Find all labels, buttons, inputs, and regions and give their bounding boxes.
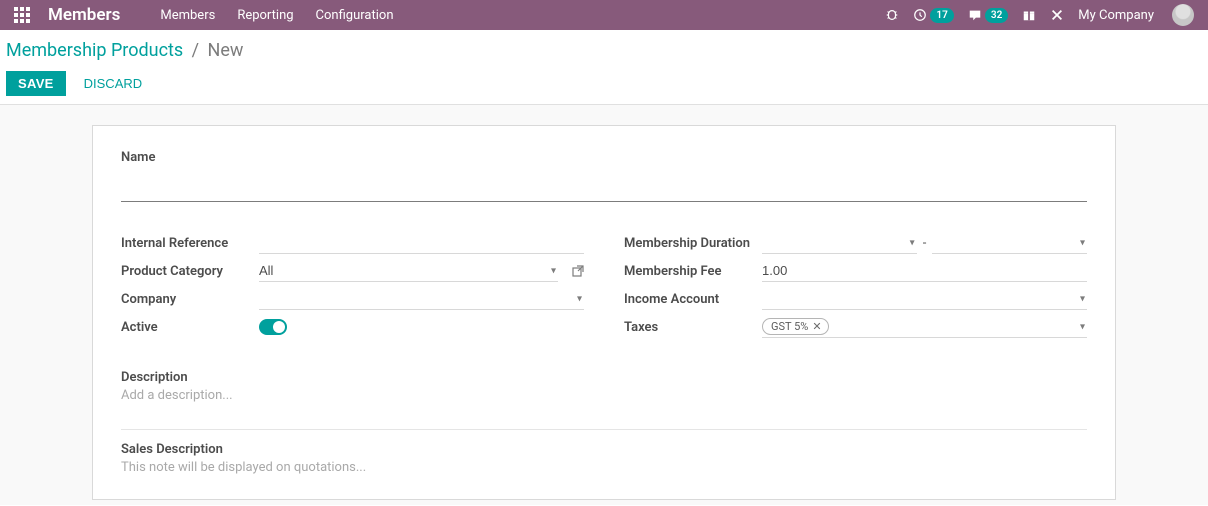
messages-badge: 32 [985, 8, 1008, 23]
activities-icon[interactable]: 17 [913, 8, 953, 23]
systray: 17 32 My Company [885, 4, 1194, 26]
membership-duration-to[interactable] [932, 232, 1087, 254]
name-label: Name [121, 150, 1087, 165]
top-nav: Members Members Reporting Configuration … [0, 0, 1208, 30]
company-label: Company [121, 292, 259, 307]
product-category-input[interactable] [259, 260, 558, 282]
name-input[interactable] [121, 169, 1087, 202]
form-background: Name Internal Reference Product Category… [0, 105, 1208, 505]
active-toggle[interactable] [259, 319, 287, 335]
debug-icon[interactable] [885, 8, 899, 22]
left-column: Internal Reference Product Category ▾ [121, 230, 584, 342]
tag-remove-icon[interactable]: ✕ [812, 319, 821, 335]
taxes-label: Taxes [624, 320, 762, 335]
nav-reporting[interactable]: Reporting [237, 8, 293, 23]
company-switcher[interactable]: My Company [1078, 8, 1154, 23]
internal-reference-input[interactable] [259, 232, 584, 254]
save-button[interactable]: SAVE [6, 71, 66, 96]
tools-icon[interactable] [1050, 8, 1064, 22]
membership-fee-label: Membership Fee [624, 264, 762, 279]
nav-members[interactable]: Members [160, 8, 215, 23]
nav-configuration[interactable]: Configuration [316, 8, 394, 23]
income-account-label: Income Account [624, 292, 762, 307]
duration-separator: - [923, 236, 927, 251]
form-sheet: Name Internal Reference Product Category… [92, 125, 1116, 500]
discard-button[interactable]: DISCARD [72, 71, 155, 96]
control-panel: Membership Products / New SAVE DISCARD [0, 30, 1208, 105]
sales-description-label: Sales Description [121, 442, 1087, 457]
active-label: Active [121, 320, 259, 335]
description-label: Description [121, 370, 1087, 385]
product-category-label: Product Category [121, 264, 259, 279]
messages-icon[interactable]: 32 [968, 8, 1008, 23]
app-brand[interactable]: Members [48, 5, 120, 25]
breadcrumb-parent[interactable]: Membership Products [6, 40, 183, 61]
user-avatar[interactable] [1172, 4, 1194, 26]
income-account-input[interactable] [762, 288, 1087, 310]
chevron-down-icon: ▾ [1080, 321, 1085, 332]
internal-reference-label: Internal Reference [121, 236, 259, 251]
membership-duration-from[interactable] [762, 232, 917, 254]
gift-icon[interactable] [1022, 8, 1036, 22]
company-input[interactable] [259, 288, 584, 310]
tax-tag: GST 5% ✕ [762, 318, 829, 335]
membership-duration-label: Membership Duration [624, 236, 762, 251]
tax-tag-label: GST 5% [771, 319, 808, 335]
description-input[interactable]: Add a description... [121, 388, 1087, 403]
breadcrumb: Membership Products / New [6, 40, 1192, 61]
activities-badge: 17 [930, 8, 953, 23]
apps-icon[interactable] [14, 7, 30, 23]
taxes-field[interactable]: GST 5% ✕ ▾ [762, 316, 1087, 338]
breadcrumb-separator: / [192, 40, 199, 61]
right-column: Membership Duration ▾ - ▾ Me [624, 230, 1087, 342]
sales-description-input[interactable]: This note will be displayed on quotation… [121, 460, 1087, 475]
section-divider [121, 429, 1087, 430]
membership-fee-input[interactable] [762, 260, 1087, 282]
breadcrumb-current: New [208, 40, 244, 61]
external-link-icon[interactable] [572, 265, 584, 277]
